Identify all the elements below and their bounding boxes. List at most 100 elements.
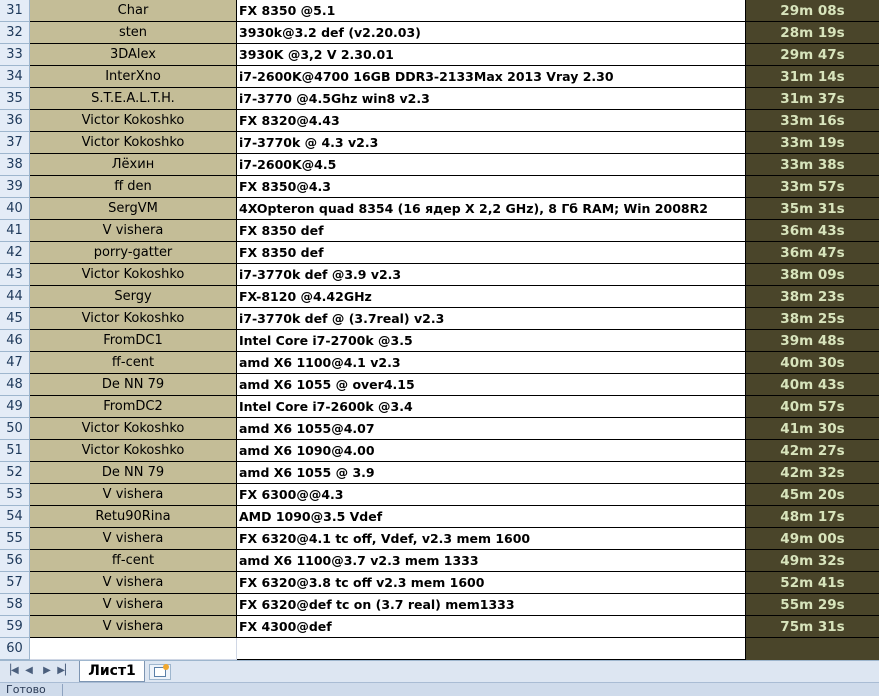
- cell-name[interactable]: sten: [30, 22, 237, 44]
- cell-cpu[interactable]: FX 6320@3.8 tc off v2.3 mem 1600: [237, 572, 746, 594]
- cell-cpu[interactable]: FX 8350 def: [237, 242, 746, 264]
- cell-cpu[interactable]: i7-2600K@4.5: [237, 154, 746, 176]
- cell-time[interactable]: 42m 32s: [746, 462, 879, 484]
- cell-time[interactable]: 29m 08s: [746, 0, 879, 22]
- prev-sheet-nav-icon[interactable]: ◀: [21, 664, 37, 678]
- spreadsheet-grid[interactable]: 31 Char FX 8350 @5.1 29m 08s 32 sten 3930k@3.2…: [0, 0, 879, 660]
- cell-cpu[interactable]: FX 8350@4.3: [237, 176, 746, 198]
- cell-time[interactable]: 41m 30s: [746, 418, 879, 440]
- cell-time[interactable]: 48m 17s: [746, 506, 879, 528]
- cell-cpu[interactable]: 4XOpteron quad 8354 (16 ядер X 2,2 GHz),…: [237, 198, 746, 220]
- cell-cpu[interactable]: amd X6 1100@4.1 v2.3: [237, 352, 746, 374]
- cell-name[interactable]: Victor Kokoshko: [30, 132, 237, 154]
- cell-cpu[interactable]: FX 4300@def: [237, 616, 746, 638]
- cell-name[interactable]: InterXno: [30, 66, 237, 88]
- cell-time[interactable]: 75m 31s: [746, 616, 879, 638]
- cell-cpu[interactable]: Intel Core i7-2700k @3.5: [237, 330, 746, 352]
- cell-cpu[interactable]: i7-3770k def @ (3.7real) v2.3: [237, 308, 746, 330]
- cell-name[interactable]: Sergy: [30, 286, 237, 308]
- sheet-tab-list1[interactable]: Лист1: [79, 661, 145, 682]
- cell-cpu[interactable]: 3930K @3,2 V 2.30.01: [237, 44, 746, 66]
- cell-name[interactable]: De NN 79: [30, 462, 237, 484]
- cell-time[interactable]: 45m 20s: [746, 484, 879, 506]
- cell-name[interactable]: 3DAlex: [30, 44, 237, 66]
- cell-name[interactable]: porry-gatter: [30, 242, 237, 264]
- cell-time[interactable]: 31m 14s: [746, 66, 879, 88]
- cell-name[interactable]: [30, 638, 237, 660]
- cell-name[interactable]: Victor Kokoshko: [30, 440, 237, 462]
- cell-name[interactable]: FromDC1: [30, 330, 237, 352]
- cell-time[interactable]: [746, 638, 879, 660]
- cell-time[interactable]: 52m 41s: [746, 572, 879, 594]
- cell-cpu[interactable]: amd X6 1090@4.00: [237, 440, 746, 462]
- cell-name[interactable]: V vishera: [30, 572, 237, 594]
- cell-cpu[interactable]: FX 6320@4.1 tc off, Vdef, v2.3 mem 1600: [237, 528, 746, 550]
- cell-name[interactable]: Char: [30, 0, 237, 22]
- cell-time[interactable]: 39m 48s: [746, 330, 879, 352]
- cell-time[interactable]: 55m 29s: [746, 594, 879, 616]
- cell-name[interactable]: FromDC2: [30, 396, 237, 418]
- cell-name[interactable]: V vishera: [30, 484, 237, 506]
- cell-time[interactable]: 29m 47s: [746, 44, 879, 66]
- first-sheet-nav-icon[interactable]: ▕◀: [3, 664, 19, 678]
- cell-name[interactable]: V vishera: [30, 528, 237, 550]
- cell-time[interactable]: 38m 09s: [746, 264, 879, 286]
- cell-name[interactable]: ff-cent: [30, 550, 237, 572]
- cell-name[interactable]: Victor Kokoshko: [30, 264, 237, 286]
- cell-name[interactable]: V vishera: [30, 594, 237, 616]
- cell-name[interactable]: ff-cent: [30, 352, 237, 374]
- last-sheet-nav-icon[interactable]: ▶▏: [57, 664, 73, 678]
- cell-cpu[interactable]: FX 6300@@4.3: [237, 484, 746, 506]
- cell-cpu[interactable]: 3930k@3.2 def (v2.20.03): [237, 22, 746, 44]
- cell-name[interactable]: ff den: [30, 176, 237, 198]
- cell-name[interactable]: Victor Kokoshko: [30, 110, 237, 132]
- cell-time[interactable]: 33m 38s: [746, 154, 879, 176]
- cell-time[interactable]: 36m 47s: [746, 242, 879, 264]
- cell-name[interactable]: V vishera: [30, 220, 237, 242]
- cell-time[interactable]: 49m 32s: [746, 550, 879, 572]
- insert-sheet-icon[interactable]: [149, 664, 171, 680]
- cell-name[interactable]: De NN 79: [30, 374, 237, 396]
- cell-cpu[interactable]: FX-8120 @4.42GHz: [237, 286, 746, 308]
- cell-time[interactable]: 35m 31s: [746, 198, 879, 220]
- row-number: 58: [0, 594, 30, 616]
- cell-cpu[interactable]: amd X6 1100@3.7 v2.3 mem 1333: [237, 550, 746, 572]
- cell-cpu[interactable]: i7-3770k def @3.9 v2.3: [237, 264, 746, 286]
- cell-name[interactable]: S.T.E.A.L.T.H.: [30, 88, 237, 110]
- cell-time[interactable]: 33m 19s: [746, 132, 879, 154]
- table-row: 54 Retu90Rina AMD 1090@3.5 Vdef 48m 17s: [0, 506, 879, 528]
- cell-time[interactable]: 40m 43s: [746, 374, 879, 396]
- cell-time[interactable]: 36m 43s: [746, 220, 879, 242]
- cell-cpu[interactable]: FX 6320@def tc on (3.7 real) mem1333: [237, 594, 746, 616]
- cell-time[interactable]: 38m 25s: [746, 308, 879, 330]
- cell-name[interactable]: Retu90Rina: [30, 506, 237, 528]
- table-row: 59 V vishera FX 4300@def 75m 31s: [0, 616, 879, 638]
- cell-cpu[interactable]: amd X6 1055 @ 3.9: [237, 462, 746, 484]
- cell-time[interactable]: 40m 57s: [746, 396, 879, 418]
- cell-name[interactable]: Victor Kokoshko: [30, 418, 237, 440]
- cell-time[interactable]: 28m 19s: [746, 22, 879, 44]
- cell-time[interactable]: 33m 16s: [746, 110, 879, 132]
- next-sheet-nav-icon[interactable]: ▶: [39, 664, 55, 678]
- cell-cpu[interactable]: i7-3770 @4.5Ghz win8 v2.3: [237, 88, 746, 110]
- cell-cpu[interactable]: amd X6 1055@4.07: [237, 418, 746, 440]
- cell-name[interactable]: Victor Kokoshko: [30, 308, 237, 330]
- cell-name[interactable]: Лёхин: [30, 154, 237, 176]
- cell-cpu[interactable]: FX 8350 def: [237, 220, 746, 242]
- cell-time[interactable]: 42m 27s: [746, 440, 879, 462]
- cell-cpu[interactable]: AMD 1090@3.5 Vdef: [237, 506, 746, 528]
- cell-cpu[interactable]: i7-2600K@4700 16GB DDR3-2133Max 2013 Vra…: [237, 66, 746, 88]
- cell-time[interactable]: 33m 57s: [746, 176, 879, 198]
- cell-cpu[interactable]: FX 8350 @5.1: [237, 0, 746, 22]
- cell-cpu[interactable]: Intel Core i7-2600k @3.4: [237, 396, 746, 418]
- cell-time[interactable]: 49m 00s: [746, 528, 879, 550]
- cell-cpu[interactable]: [237, 638, 746, 660]
- cell-time[interactable]: 31m 37s: [746, 88, 879, 110]
- cell-cpu[interactable]: FX 8320@4.43: [237, 110, 746, 132]
- cell-cpu[interactable]: amd X6 1055 @ over4.15: [237, 374, 746, 396]
- cell-name[interactable]: SergVM: [30, 198, 237, 220]
- cell-time[interactable]: 40m 30s: [746, 352, 879, 374]
- cell-time[interactable]: 38m 23s: [746, 286, 879, 308]
- cell-cpu[interactable]: i7-3770k @ 4.3 v2.3: [237, 132, 746, 154]
- cell-name[interactable]: V vishera: [30, 616, 237, 638]
